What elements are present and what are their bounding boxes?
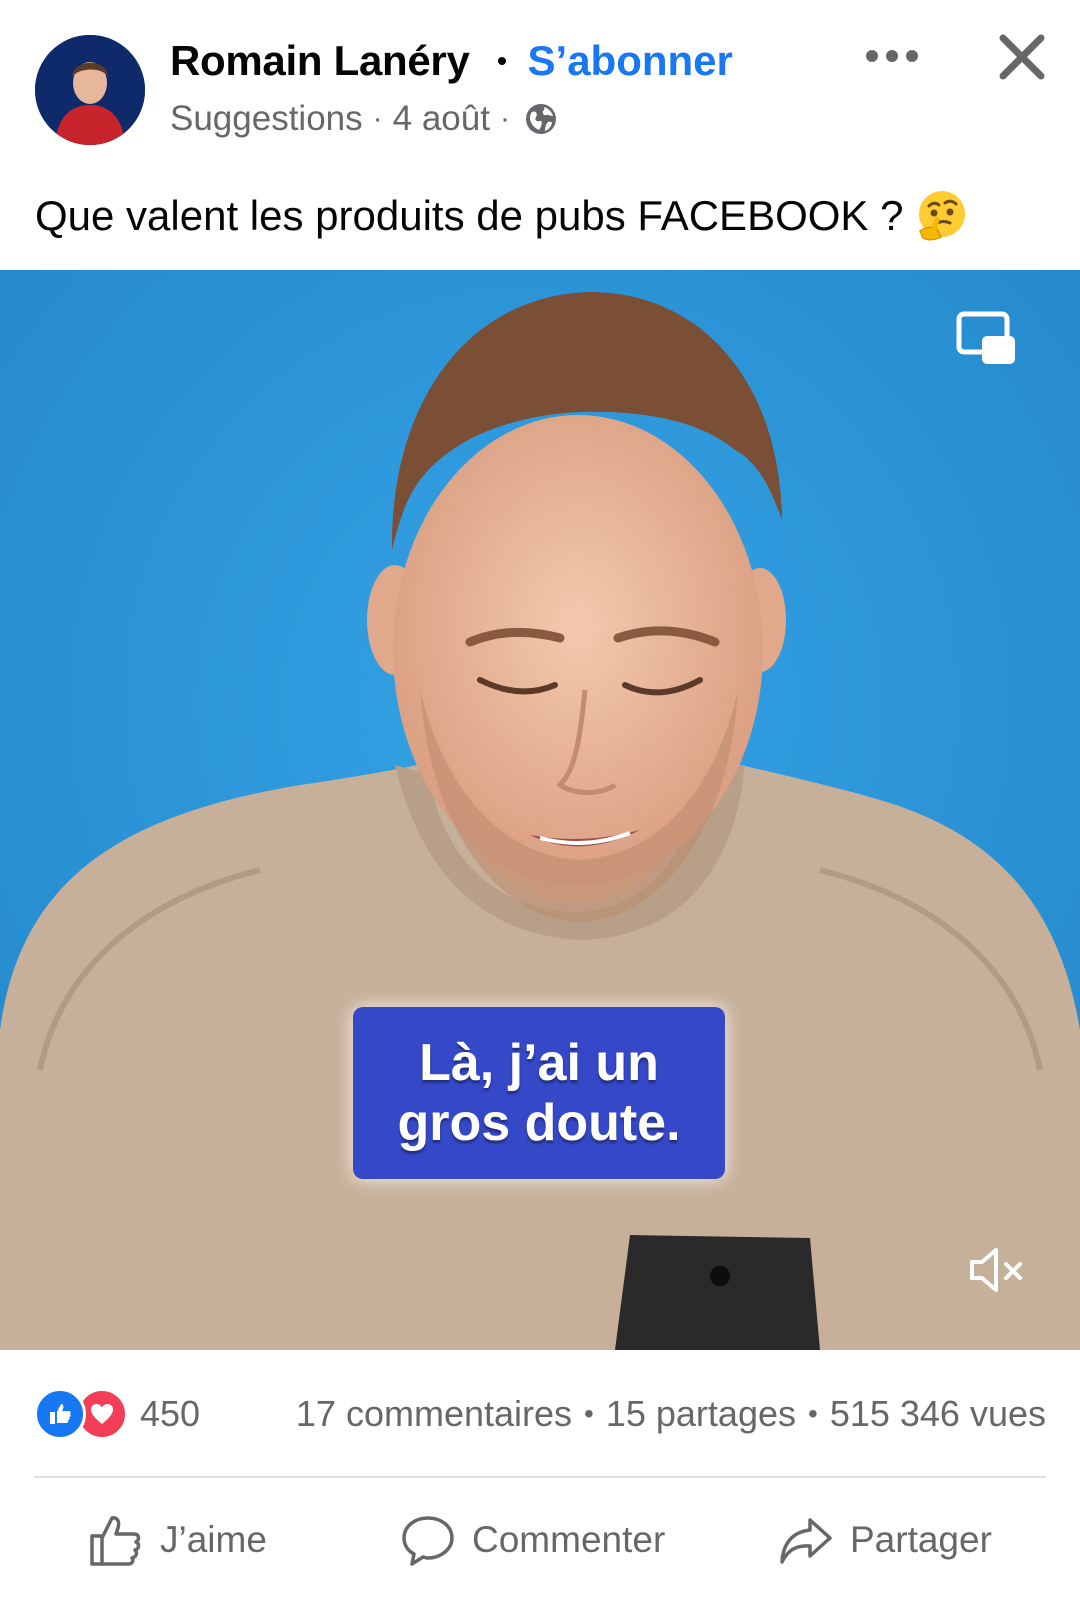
like-label: J’aime [160,1519,267,1560]
avatar-image [35,35,145,145]
divider [34,1476,1046,1478]
stats-separator: • [808,1398,818,1429]
meta-separator: · [372,102,383,135]
video-frame [0,270,1080,1350]
follow-button[interactable]: S’abonner [528,37,733,85]
separator-dot [497,57,506,65]
post-header: Romain Lanéry S’abonner Suggestions · 4 … [0,0,1080,241]
subtitle-line-2: gros doute. [397,1094,681,1152]
views-count: 515 346 vues [829,1393,1046,1434]
caption-text: Que valent les produits de pubs FACEBOOK… [35,192,904,239]
author-line: Romain Lanéry S’abonner [170,30,733,92]
globe-icon [525,104,556,134]
picture-in-picture-icon[interactable] [955,310,1017,368]
close-icon[interactable] [995,30,1049,84]
share-label: Partager [850,1519,992,1560]
post-actions: J’aime Commenter Partager [0,1500,1080,1580]
like-button[interactable]: J’aime [88,1500,267,1580]
meta-separator: · [499,102,510,135]
reaction-count: 450 [140,1393,201,1434]
share-icon [780,1518,832,1564]
post-context: Suggestions [170,99,363,138]
post-caption: Que valent les produits de pubs FACEBOOK… [35,186,1045,246]
share-button[interactable]: Partager [778,1500,992,1580]
shares-count[interactable]: 15 partages [606,1393,796,1435]
comment-button[interactable]: Commenter [400,1500,665,1580]
like-reaction-icon [34,1388,86,1440]
post-stats: 450 17 commentaires • 15 partages • 515 … [34,1382,1046,1446]
speaker-muted-icon[interactable] [966,1240,1026,1300]
subtitle-line-1: Là, j’ai un [419,1034,659,1092]
video-subtitle: Là, j’ai un gros doute. [353,1007,725,1179]
thinking-face-emoji [919,191,966,241]
post-date[interactable]: 4 août [393,99,490,139]
avatar[interactable] [35,35,145,145]
stats-separator: • [584,1398,594,1429]
comment-label: Commenter [472,1519,666,1560]
comments-count[interactable]: 17 commentaires [296,1393,572,1435]
thumbs-up-icon [90,1516,141,1566]
engagement-stats: 17 commentaires • 15 partages • 515 346 … [296,1393,1046,1435]
more-horizontal-icon[interactable] [862,36,922,76]
author-name[interactable]: Romain Lanéry [170,37,470,85]
reactions-summary[interactable]: 450 [34,1388,201,1440]
video-player[interactable]: Là, j’ai un gros doute. [0,270,1080,1350]
comment-icon [402,1516,454,1566]
post-meta: Suggestions · 4 août · [170,95,558,143]
